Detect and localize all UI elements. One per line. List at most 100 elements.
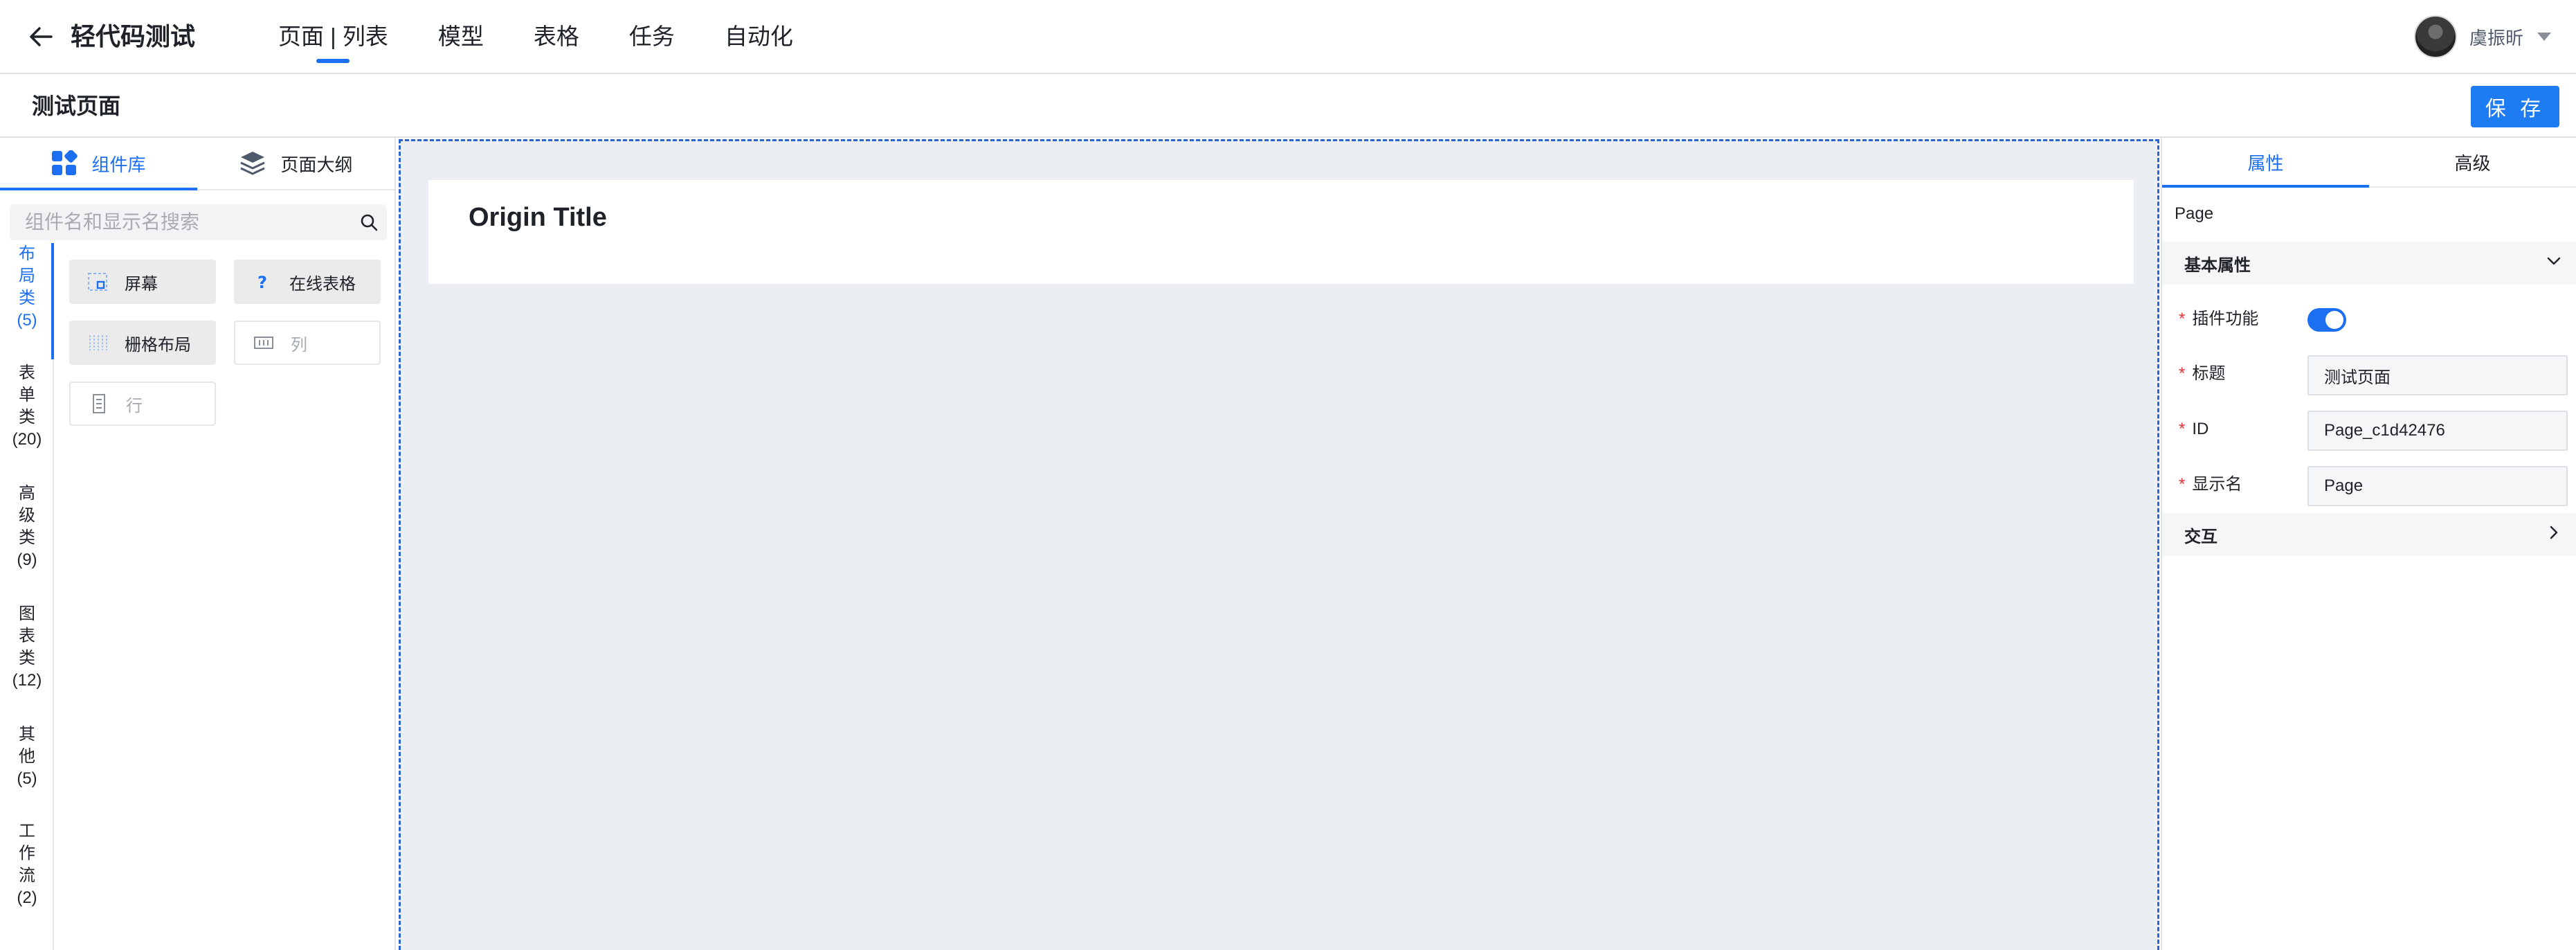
toggle-knob xyxy=(2325,311,2343,329)
user-menu[interactable]: 虞振昕 xyxy=(2413,15,2551,58)
tab-component-library[interactable]: 组件库 xyxy=(0,138,197,190)
label-text: 显示名 xyxy=(2192,475,2242,494)
tab-page-outline[interactable]: 页面大纲 xyxy=(197,138,394,189)
tab-advanced[interactable]: 高级 xyxy=(2369,138,2576,186)
user-name: 虞振昕 xyxy=(2469,27,2523,48)
page-title-block[interactable]: Origin Title xyxy=(428,180,2134,284)
left-panel-tabs: 组件库 页面大纲 xyxy=(0,138,394,190)
plugin-label: * 插件功能 xyxy=(2179,310,2259,328)
category-char: 类 xyxy=(19,408,35,427)
column-icon xyxy=(253,332,274,353)
category-char: 作 xyxy=(19,844,35,863)
nav-item-tables[interactable]: 表格 xyxy=(534,0,579,73)
category-layout[interactable]: 布 局 类 (5) xyxy=(0,243,54,332)
app-title: 轻代码测试 xyxy=(71,22,196,51)
section-interaction[interactable]: 交互 xyxy=(2162,513,2576,556)
component-label: 在线表格 xyxy=(289,274,356,294)
category-count: (5) xyxy=(17,311,37,330)
category-count: (5) xyxy=(17,769,37,788)
category-form[interactable]: 表 单 类 (20) xyxy=(0,362,54,451)
category-char: 其 xyxy=(19,725,35,744)
top-bar: 轻代码测试 页面 | 列表 模型 表格 任务 自动化 虞振昕 xyxy=(0,0,2576,74)
category-char: 表 xyxy=(19,627,35,645)
category-char: 表 xyxy=(19,364,35,382)
title-field[interactable] xyxy=(2307,355,2568,395)
section-basic-properties[interactable]: 基本属性 xyxy=(2162,242,2576,285)
design-canvas[interactable]: Origin Title xyxy=(399,139,2159,950)
display-name-field[interactable] xyxy=(2307,466,2568,506)
grid-layout-icon xyxy=(87,332,108,353)
page-title: 测试页面 xyxy=(32,93,121,118)
id-field[interactable] xyxy=(2307,411,2568,451)
nav-item-automation[interactable]: 自动化 xyxy=(725,0,793,73)
component-label: 行 xyxy=(126,396,143,415)
component-label: 屏幕 xyxy=(125,274,158,294)
save-button[interactable]: 保 存 xyxy=(2471,86,2559,127)
question-icon: ? xyxy=(252,271,273,292)
category-char: 类 xyxy=(19,528,35,547)
component-column[interactable]: 列 xyxy=(234,321,381,365)
right-panel-tabs: 属性 高级 xyxy=(2162,138,2576,188)
component-grid-layout[interactable]: 栅格布局 xyxy=(69,321,216,365)
id-label: * ID xyxy=(2179,420,2209,438)
plugin-toggle[interactable] xyxy=(2307,308,2346,332)
category-char: 图 xyxy=(19,604,35,623)
tab-label: 页面大纲 xyxy=(280,154,353,175)
component-panel: 组件库 页面大纲 布 局 类 (5) 表 xyxy=(0,138,396,950)
category-workflow[interactable]: 工 作 流 (2) xyxy=(0,821,54,909)
main-nav: 页面 | 列表 模型 表格 任务 自动化 xyxy=(278,0,843,73)
category-char: 类 xyxy=(19,289,35,307)
component-online-table[interactable]: ? 在线表格 xyxy=(234,260,381,304)
component-label: 栅格布局 xyxy=(125,335,191,355)
tab-properties[interactable]: 属性 xyxy=(2162,138,2369,188)
component-row[interactable]: 行 xyxy=(69,382,216,426)
category-char: 工 xyxy=(19,822,35,841)
tab-label: 组件库 xyxy=(91,154,146,175)
screen-icon xyxy=(87,271,108,292)
section-title: 交互 xyxy=(2184,527,2217,546)
properties-panel: 属性 高级 Page 基本属性 *插件功能 *标题 *ID *显示名 交互 xyxy=(2161,138,2576,950)
category-char: 级 xyxy=(19,506,35,525)
row-icon xyxy=(89,393,109,414)
category-count: (2) xyxy=(17,888,37,907)
category-char: 类 xyxy=(19,649,35,667)
grid-apps-icon xyxy=(51,150,78,177)
category-char: 高 xyxy=(19,484,35,503)
display-name-label: * 显示名 xyxy=(2179,475,2242,494)
section-title: 基本属性 xyxy=(2184,256,2251,275)
category-advanced[interactable]: 高 级 类 (9) xyxy=(0,483,54,571)
label-text: 标题 xyxy=(2192,364,2226,383)
component-type-label: Page xyxy=(2175,204,2214,223)
category-char: 局 xyxy=(19,267,35,285)
nav-item-models[interactable]: 模型 xyxy=(438,0,484,73)
category-char: 流 xyxy=(19,866,35,885)
category-list: 布 局 类 (5) 表 单 类 (20) 高 级 类 (9) 图 表 类 (12… xyxy=(0,243,54,950)
component-screen[interactable]: 屏幕 xyxy=(69,260,216,304)
chevron-right-icon[interactable] xyxy=(2546,524,2562,546)
origin-title: Origin Title xyxy=(469,203,607,232)
title-label: * 标题 xyxy=(2179,364,2226,383)
label-text: ID xyxy=(2192,420,2209,438)
category-char: 他 xyxy=(19,747,35,766)
search-icon[interactable] xyxy=(351,213,387,231)
category-count: (9) xyxy=(17,550,37,569)
back-arrow-icon[interactable] xyxy=(25,21,57,53)
category-char: 布 xyxy=(19,244,35,263)
page-header: 测试页面 保 存 xyxy=(0,74,2576,138)
nav-item-tasks[interactable]: 任务 xyxy=(629,0,675,73)
category-chart[interactable]: 图 表 类 (12) xyxy=(0,603,54,692)
category-char: 单 xyxy=(19,386,35,404)
search-input[interactable] xyxy=(10,204,351,240)
chevron-down-icon[interactable] xyxy=(2546,253,2562,274)
component-search xyxy=(10,204,387,240)
label-text: 插件功能 xyxy=(2192,310,2259,328)
component-label: 列 xyxy=(291,335,307,355)
category-count: (20) xyxy=(12,430,42,449)
nav-item-pages[interactable]: 页面 | 列表 xyxy=(278,0,388,73)
category-other[interactable]: 其 他 (5) xyxy=(0,724,54,790)
layers-icon xyxy=(239,150,266,177)
caret-down-icon[interactable] xyxy=(2537,33,2551,41)
avatar[interactable] xyxy=(2413,15,2457,58)
svg-text:?: ? xyxy=(257,273,267,292)
category-count: (12) xyxy=(12,671,42,690)
